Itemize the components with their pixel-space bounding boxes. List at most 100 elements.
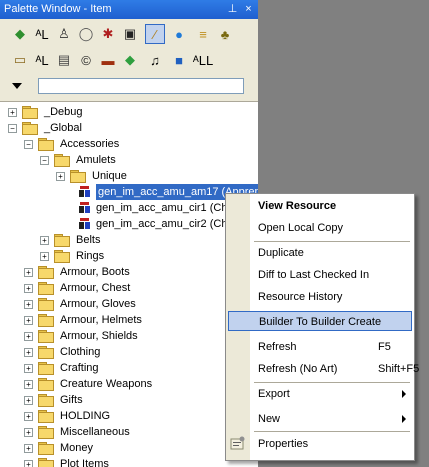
tree-folder[interactable]: + Armour, Chest — [0, 280, 258, 296]
tree-folder[interactable]: + Armour, Boots — [0, 264, 258, 280]
folder-icon — [38, 346, 54, 359]
collapse-icon[interactable]: − — [24, 140, 33, 149]
menu-item-duplicate[interactable]: Duplicate — [226, 243, 414, 263]
amulet-icon — [78, 217, 92, 231]
menu-item-label: Duplicate — [258, 247, 304, 259]
tree-folder[interactable]: + Gifts — [0, 392, 258, 408]
menu-item-export[interactable]: Export — [226, 384, 414, 404]
collapse-icon[interactable]: − — [8, 124, 17, 133]
wand-icon[interactable]: ⁄ — [145, 24, 165, 44]
trap-icon[interactable]: ▬ — [98, 50, 118, 70]
folder-icon — [38, 394, 54, 407]
text-all-icon[interactable]: ᴬLL — [193, 50, 213, 70]
tree-folder[interactable]: + _Debug — [0, 104, 258, 120]
folder-icon — [54, 250, 70, 263]
expand-icon[interactable]: + — [24, 284, 33, 293]
folder-icon — [54, 154, 70, 167]
close-icon[interactable]: × — [242, 2, 255, 16]
expand-icon[interactable]: + — [24, 396, 33, 405]
tree-label: Rings — [76, 250, 105, 262]
window-title: Palette Window - Item — [4, 3, 112, 15]
menu-item-refresh-no-art[interactable]: Refresh (No Art) Shift+F5 — [226, 359, 419, 379]
text-al-icon[interactable]: ᴬL — [32, 24, 52, 44]
cube-icon[interactable]: ■ — [169, 50, 189, 70]
expand-icon[interactable]: + — [24, 300, 33, 309]
expand-icon[interactable]: + — [24, 412, 33, 421]
expand-icon[interactable]: + — [24, 460, 33, 467]
menu-item-new[interactable]: New — [226, 409, 414, 429]
search-input[interactable] — [38, 78, 244, 94]
folder-icon — [38, 298, 54, 311]
text-al-alt-icon[interactable]: ᴬL — [32, 50, 52, 70]
folder-icon — [38, 266, 54, 279]
tree-label: HOLDING — [60, 410, 111, 422]
tree-label: Amulets — [76, 154, 116, 166]
tree-label: _Debug — [44, 106, 83, 118]
filter-dropdown-icon[interactable] — [12, 83, 22, 89]
tree-folder[interactable]: + Plot Items — [0, 456, 258, 467]
expand-icon[interactable]: + — [40, 236, 49, 245]
context-menu: View Resource Open Local Copy Duplicate Dif… — [225, 193, 419, 461]
tree-folder[interactable]: − Accessories — [0, 136, 258, 152]
tree-folder[interactable]: + HOLDING — [0, 408, 258, 424]
dragon-icon[interactable]: ✱ — [98, 24, 118, 44]
tree-folder[interactable]: + Creature Weapons — [0, 376, 258, 392]
menu-item-label: Refresh — [258, 341, 297, 353]
tree-folder[interactable]: + Money — [0, 440, 258, 456]
creature-icon[interactable]: ◆ — [10, 24, 30, 44]
menu-item-label: New — [258, 413, 281, 425]
tree-folder[interactable]: + Clothing — [0, 344, 258, 360]
folder-icon — [38, 378, 54, 391]
speech-bubble-icon[interactable]: ◯ — [76, 24, 96, 44]
tree-folder[interactable]: + Belts — [0, 232, 258, 248]
expand-icon[interactable]: + — [24, 444, 33, 453]
tree-folder[interactable]: − _Global — [0, 120, 258, 136]
tree-folder[interactable]: + Unique — [0, 168, 258, 184]
clapper-icon[interactable]: ▣ — [120, 24, 140, 44]
expand-icon[interactable]: + — [24, 316, 33, 325]
expand-icon[interactable]: + — [24, 332, 33, 341]
globe-icon[interactable]: ● — [169, 24, 189, 44]
gem-icon[interactable]: ◆ — [120, 50, 140, 70]
tree-item[interactable]: gen_im_acc_amu_cir2 (Ch — [0, 216, 258, 232]
map-icon[interactable]: ▭ — [10, 50, 30, 70]
expand-icon[interactable]: + — [56, 172, 65, 181]
tree-icon[interactable]: ♣ — [215, 24, 235, 44]
menu-item-properties[interactable]: Properties — [226, 434, 414, 454]
tree-item[interactable]: gen_im_acc_amu_am17 (Apprentice — [0, 184, 258, 200]
menu-item-view-resource[interactable]: View Resource — [226, 196, 414, 216]
expand-icon[interactable]: + — [40, 252, 49, 261]
tree-folder[interactable]: + Rings — [0, 248, 258, 264]
tree-folder[interactable]: + Armour, Gloves — [0, 296, 258, 312]
tree-folder[interactable]: + Miscellaneous — [0, 424, 258, 440]
menu-item-builder-to-builder-create[interactable]: Builder To Builder Create — [228, 311, 412, 331]
pin-icon[interactable]: ⊥ — [226, 2, 239, 16]
expand-icon[interactable]: + — [24, 428, 33, 437]
tree-folder[interactable]: + Armour, Shields — [0, 328, 258, 344]
menu-item-diff-to-last-checked-in[interactable]: Diff to Last Checked In — [226, 265, 414, 285]
folder-icon — [22, 122, 38, 135]
expand-icon[interactable]: + — [24, 268, 33, 277]
tree-folder[interactable]: − Amulets — [0, 152, 258, 168]
menu-item-open-local-copy[interactable]: Open Local Copy — [226, 218, 414, 238]
menu-item-refresh[interactable]: Refresh F5 — [226, 337, 414, 357]
music-note-icon[interactable]: ♫ — [145, 50, 165, 70]
tree-item[interactable]: gen_im_acc_amu_cir1 (Ch — [0, 200, 258, 216]
tree-label: Miscellaneous — [60, 426, 130, 438]
document-icon[interactable]: ▤ — [54, 50, 74, 70]
menu-separator — [254, 431, 410, 432]
expand-icon[interactable]: + — [24, 364, 33, 373]
menu-item-resource-history[interactable]: Resource History — [226, 287, 414, 307]
scroll-icon[interactable]: ≡ — [193, 24, 213, 44]
expand-icon[interactable]: + — [8, 108, 17, 117]
tree-folder[interactable]: + Armour, Helmets — [0, 312, 258, 328]
menu-separator — [254, 382, 410, 383]
menu-shortcut: F5 — [378, 341, 391, 353]
expand-icon[interactable]: + — [24, 380, 33, 389]
collapse-icon[interactable]: − — [40, 156, 49, 165]
person-icon[interactable]: ♙ — [54, 24, 74, 44]
tree-label: Clothing — [60, 346, 101, 358]
expand-icon[interactable]: + — [24, 348, 33, 357]
script-c-icon[interactable]: © — [76, 50, 96, 70]
tree-folder[interactable]: + Crafting — [0, 360, 258, 376]
